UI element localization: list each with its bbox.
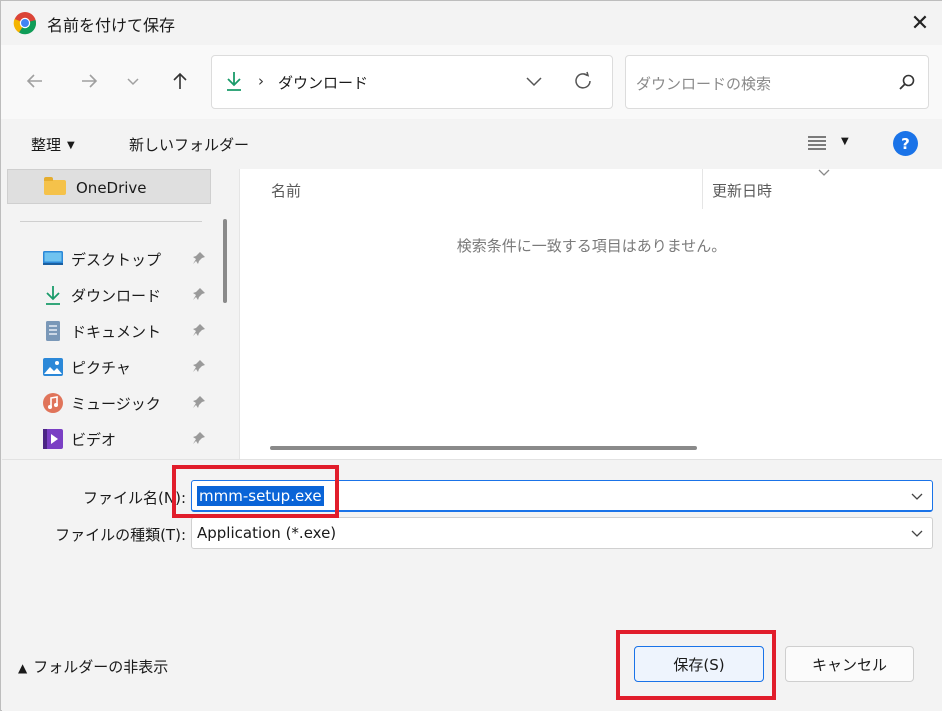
- sidebar-item-label: OneDrive: [76, 179, 147, 197]
- navigation-bar: › ダウンロード ダウンロードの検索: [1, 45, 942, 119]
- sidebar-item-desktop[interactable]: デスクトップ: [2, 243, 217, 275]
- arrow-up-icon: [173, 72, 187, 89]
- empty-message: 検索条件に一致する項目はありません。: [456, 237, 727, 255]
- address-bar[interactable]: › ダウンロード: [211, 55, 613, 109]
- forward-button[interactable]: [75, 67, 103, 95]
- chevron-down-icon: [127, 78, 139, 86]
- video-icon: [43, 429, 63, 449]
- sidebar-item-documents[interactable]: ドキュメント: [2, 315, 217, 347]
- filename-field[interactable]: mmm-setup.exe: [191, 480, 933, 512]
- sidebar-item-pictures[interactable]: ピクチャ: [2, 351, 217, 383]
- sidebar-item-label: ミュージック: [71, 395, 161, 413]
- pin-icon: [192, 287, 206, 305]
- sidebar-item-downloads[interactable]: ダウンロード: [2, 279, 217, 311]
- chevron-up-icon: ▲: [18, 661, 28, 675]
- filetype-value: Application (*.exe): [197, 524, 337, 542]
- search-box[interactable]: ダウンロードの検索: [625, 55, 929, 109]
- sidebar-divider: [20, 221, 202, 222]
- chevron-down-icon[interactable]: [910, 489, 924, 503]
- pin-icon: [192, 251, 206, 269]
- sidebar-item-label: ビデオ: [71, 431, 117, 449]
- close-button[interactable]: ✕: [897, 1, 942, 45]
- sort-chevron-icon: [818, 169, 830, 180]
- sidebar-item-label: ダウンロード: [71, 287, 162, 305]
- column-header-modified[interactable]: 更新日時: [712, 180, 772, 201]
- arrow-right-icon: [82, 74, 98, 88]
- hide-folders-label: フォルダーの非表示: [33, 658, 169, 676]
- column-header-name[interactable]: 名前: [271, 180, 301, 201]
- search-input[interactable]: ダウンロードの検索: [636, 73, 771, 94]
- organize-label: 整理: [31, 136, 62, 154]
- document-icon: [46, 321, 60, 341]
- command-bar: 整理 ▼ 新しいフォルダー ▼ ?: [1, 119, 942, 169]
- new-folder-button[interactable]: 新しいフォルダー: [129, 134, 249, 155]
- sidebar-item-onedrive[interactable]: OneDrive: [7, 169, 211, 204]
- search-icon[interactable]: [898, 73, 916, 91]
- view-list-icon[interactable]: [807, 133, 827, 153]
- address-dropdown-icon[interactable]: [524, 71, 544, 91]
- chevron-down-icon[interactable]: [910, 526, 924, 540]
- chrome-icon: [13, 12, 37, 35]
- view-caret-icon[interactable]: ▼: [841, 136, 849, 147]
- music-icon: [43, 393, 63, 413]
- refresh-icon[interactable]: [572, 70, 594, 92]
- save-as-dialog: 名前を付けて保存 ✕ › ダウンロード ダウンロードの検索 整理 ▼ 新しいフォ…: [0, 0, 942, 711]
- recent-locations-button[interactable]: [119, 67, 147, 95]
- pin-icon: [192, 395, 206, 413]
- pin-icon: [192, 359, 206, 377]
- sidebar-item-label: ピクチャ: [71, 359, 131, 377]
- desktop-icon: [43, 251, 63, 265]
- file-list: 名前 更新日時 検索条件に一致する項目はありません。: [239, 169, 942, 459]
- sidebar-item-label: ドキュメント: [71, 323, 162, 341]
- folder-icon: [44, 177, 66, 195]
- back-button[interactable]: [21, 67, 49, 95]
- sidebar-scrollbar[interactable]: [223, 219, 227, 303]
- column-divider[interactable]: [702, 169, 703, 209]
- arrow-left-icon: [26, 74, 42, 88]
- breadcrumb-downloads[interactable]: ダウンロード: [278, 72, 368, 93]
- help-button[interactable]: ?: [893, 131, 918, 156]
- sidebar-item-label: デスクトップ: [71, 251, 162, 269]
- filename-input[interactable]: mmm-setup.exe: [197, 486, 324, 506]
- new-folder-label: 新しいフォルダー: [129, 136, 250, 154]
- dialog-footer: ▲ フォルダーの非表示 保存(S) キャンセル: [2, 609, 942, 711]
- window-title: 名前を付けて保存: [47, 16, 176, 35]
- hide-folders-button[interactable]: ▲ フォルダーの非表示: [18, 656, 168, 677]
- filetype-label: ファイルの種類(T):: [55, 526, 186, 544]
- pin-icon: [192, 431, 206, 449]
- title-bar: 名前を付けて保存 ✕: [1, 1, 942, 45]
- breadcrumb-separator: ›: [258, 72, 264, 90]
- close-icon: ✕: [910, 10, 930, 36]
- pin-icon: [192, 323, 206, 341]
- sidebar-item-videos[interactable]: ビデオ: [2, 423, 217, 455]
- navigation-pane: OneDrive デスクトップ ダウンロード ドキュメント ピクチャ ミュージッ…: [2, 169, 235, 459]
- download-icon: [227, 72, 241, 91]
- save-form: ファイル名(N): mmm-setup.exe ファイルの種類(T): Appl…: [2, 459, 942, 609]
- up-button[interactable]: [166, 67, 194, 95]
- sidebar-item-music[interactable]: ミュージック: [2, 387, 217, 419]
- pictures-icon: [43, 358, 63, 376]
- help-icon: ?: [901, 134, 910, 153]
- download-icon: [46, 286, 60, 305]
- organize-button[interactable]: 整理 ▼: [31, 134, 75, 155]
- filename-label: ファイル名(N):: [83, 489, 186, 507]
- filetype-select[interactable]: Application (*.exe): [191, 517, 933, 549]
- save-button[interactable]: 保存(S): [634, 646, 764, 682]
- horizontal-scrollbar[interactable]: [270, 446, 697, 450]
- caret-down-icon: ▼: [67, 140, 75, 151]
- cancel-button[interactable]: キャンセル: [785, 646, 914, 682]
